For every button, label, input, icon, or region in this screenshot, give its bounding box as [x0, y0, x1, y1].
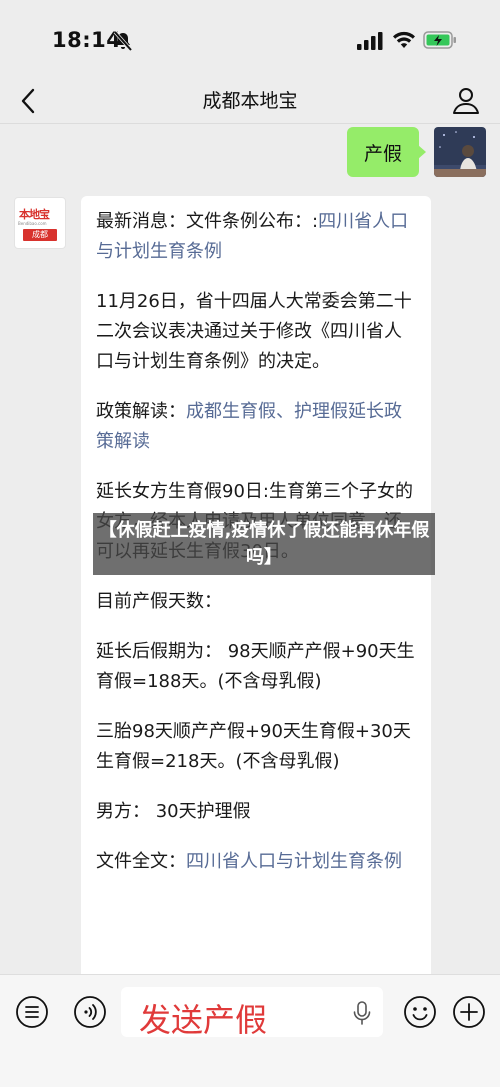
signal-icon — [357, 32, 383, 50]
message-paragraph: 目前产假天数： — [96, 591, 222, 612]
message-input-text: 发送产假 — [139, 1001, 268, 1039]
nav-bar: 成都本地宝 — [0, 78, 500, 124]
emoji-icon[interactable] — [403, 995, 437, 1029]
article-title-banner: 【休假赶上疫情,疫情休了假还能再休年假吗】 — [93, 513, 435, 575]
outgoing-message-text: 产假 — [363, 142, 402, 165]
voice-icon[interactable] — [73, 995, 107, 1029]
logo-city: 成都 — [23, 229, 57, 241]
message-paragraph: 男方： 30天护理假 — [96, 801, 251, 822]
message-paragraph: 11月26日，省十四届人大常委会第二十二次会议表决通过关于修改《四川省人口与计划… — [96, 291, 412, 372]
fulltext-link[interactable]: 四川省人口与计划生育条例 — [186, 851, 402, 872]
menu-icon[interactable] — [15, 995, 49, 1029]
outgoing-message[interactable]: 产假 — [347, 127, 426, 177]
status-time: 18:14 — [52, 28, 122, 52]
bell-slash-icon — [113, 30, 133, 52]
mic-icon[interactable] — [351, 1000, 373, 1026]
incoming-message[interactable]: 最新消息：文件条例公布：:四川省人口与计划生育条例 11月26日，省十四届人大常… — [81, 196, 431, 996]
logo-name: 本地宝 — [19, 208, 50, 221]
message-paragraph: 政策解读：成都生育假、护理假延长政策解读 — [96, 401, 402, 452]
message-paragraph: 最新消息：文件条例公布：:四川省人口与计划生育条例 — [96, 211, 409, 262]
bot-avatar[interactable]: 本地宝 Bendibao.com 成都 — [14, 197, 66, 249]
plus-icon[interactable] — [452, 995, 486, 1029]
logo-url: Bendibao.com — [18, 221, 47, 226]
status-bar: 18:14 — [0, 0, 500, 78]
wifi-icon — [393, 31, 415, 48]
message-input[interactable]: 发送产假 — [121, 987, 383, 1039]
battery-icon — [423, 31, 456, 49]
message-paragraph: 三胎98天顺产产假+90天生育假+30天生育假=218天。(不含母乳假) — [96, 721, 411, 772]
input-bar: 发送产假 — [0, 974, 500, 1087]
user-avatar[interactable] — [434, 127, 486, 177]
message-paragraph: 文件全文：四川省人口与计划生育条例 — [96, 851, 402, 872]
person-icon[interactable] — [450, 84, 482, 116]
message-paragraph: 延长后假期为： 98天顺产产假+90天生育假=188天。(不含母乳假) — [96, 641, 415, 692]
page-title: 成都本地宝 — [202, 90, 298, 112]
